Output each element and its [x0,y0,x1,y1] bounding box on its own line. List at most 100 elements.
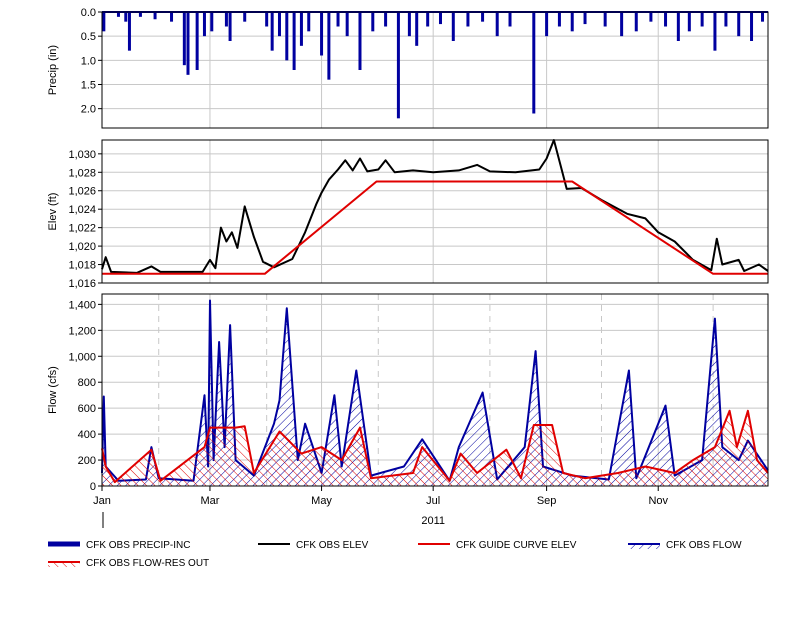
precip-bar [345,12,349,37]
y-tick-label: 1,016 [68,278,96,290]
elevation-panel: 1,016 1,018 1,020 1,022 1,024 1,026 1,028 1,030… [47,139,769,290]
x-axis-label: 2011 [421,515,445,527]
precip-bar [676,12,680,41]
y-tick-label: 1,020 [68,241,96,253]
x-tick-label: Nov [648,495,668,507]
precip-bar [102,12,106,32]
x-tick-label: Mar [200,495,219,507]
x-tick-label: Jan [93,495,111,507]
precip-bar [570,12,574,32]
plot-area [102,140,768,283]
legend-label: CFK OBS PRECIP-INC [86,540,190,551]
legend-item: CFK OBS FLOW-RES OUT [48,558,209,569]
plot-area [102,12,768,128]
y-tick-label: 0 [90,481,96,493]
legend-item: CFK GUIDE CURVE ELEV [418,540,577,551]
precip-bar [265,12,269,27]
legend-label: CFK OBS FLOW [666,540,742,551]
precip-bar [336,12,340,27]
y-tick-label: 1,022 [68,223,96,235]
y-tick-label: 0.5 [81,31,96,43]
precip-bar [224,12,228,27]
precip-bar [687,12,691,32]
precip-bar [481,12,485,22]
precip-bar [545,12,549,37]
precip-bar [466,12,470,27]
x-tick-label: Sep [537,495,557,507]
legend: CFK OBS PRECIP-INC CFK OBS ELEV CFK GUIDE … [48,540,742,569]
precip-bar [649,12,653,22]
precip-bar [532,12,536,114]
precip-bar [182,12,186,66]
precip-bar [127,12,131,51]
precip-bar [327,12,331,80]
precip-bar [603,12,607,27]
precip-bar [508,12,512,27]
y-tick-label: 1,024 [68,204,96,216]
y-tick-label: 2.0 [81,104,96,116]
precip-bar [170,12,174,22]
precip-bar [320,12,324,56]
precip-bar [407,12,411,37]
y-tick-label: 1.5 [81,80,96,92]
y-tick-label: 400 [78,429,96,441]
precip-bar [124,12,128,22]
legend-label: CFK OBS ELEV [296,540,369,551]
precip-bar [495,12,499,37]
precip-bar [228,12,232,41]
y-axis-label: Flow (cfs) [47,366,59,414]
precip-panel: 0.0 0.5 1.0 1.5 2.0 Precip (in) [47,7,769,129]
precip-bar [153,12,157,20]
precip-bar [292,12,296,70]
legend-item: CFK OBS PRECIP-INC [48,540,190,551]
legend-item: CFK OBS ELEV [258,540,369,551]
x-tick-label: May [311,495,332,507]
y-tick-label: 1.0 [81,55,96,67]
precip-bar [396,12,400,119]
precip-bar [371,12,375,32]
precip-bar [186,12,190,75]
precip-bar [451,12,455,41]
y-tick-label: 0.0 [81,7,96,19]
y-tick-label: 600 [78,403,96,415]
precip-bar [583,12,587,25]
precip-bar [195,12,199,70]
flow-panel: 0 200 400 600 800 1,000 1,200 1,400 Flow (cfs) [47,293,769,493]
legend-label: CFK OBS FLOW-RES OUT [86,558,209,569]
precip-bar [285,12,289,61]
precip-bar [750,12,754,41]
precip-bar [724,12,728,27]
precip-bar [761,12,765,22]
precip-bar [426,12,430,27]
y-tick-label: 1,028 [68,167,96,179]
legend-label: CFK GUIDE CURVE ELEV [456,540,577,551]
precip-bar [620,12,624,37]
precip-bar [438,12,442,25]
precip-bar [415,12,419,46]
precip-bar [299,12,303,46]
y-tick-label: 1,026 [68,186,96,198]
y-axis-label: Elev (ft) [47,193,59,231]
x-axis: Jan Mar May Jul Sep Nov 2011 [93,486,669,528]
y-tick-label: 1,030 [68,149,96,161]
precip-bar [270,12,274,51]
precip-bar [243,12,247,22]
precip-bar [202,12,206,37]
y-tick-label: 1,400 [68,299,96,311]
y-tick-label: 1,018 [68,260,96,272]
y-tick-label: 1,000 [68,351,96,363]
precip-bar [358,12,362,70]
x-tick-label: Jul [426,495,440,507]
hydrograph-figure: 0.00.51.01.52.0Precip (in) 1,0161,0181,0… [47,7,769,569]
precip-bar [384,12,388,27]
precip-bar [210,12,214,32]
y-tick-label: 1,200 [68,325,96,337]
y-axis-label: Precip (in) [47,45,59,95]
precip-bar [737,12,741,37]
precip-bar [277,12,281,37]
legend-item: CFK OBS FLOW [628,540,742,551]
precip-bar [634,12,638,32]
precip-bar [713,12,717,51]
precip-bar [664,12,668,27]
precip-bar [307,12,311,32]
